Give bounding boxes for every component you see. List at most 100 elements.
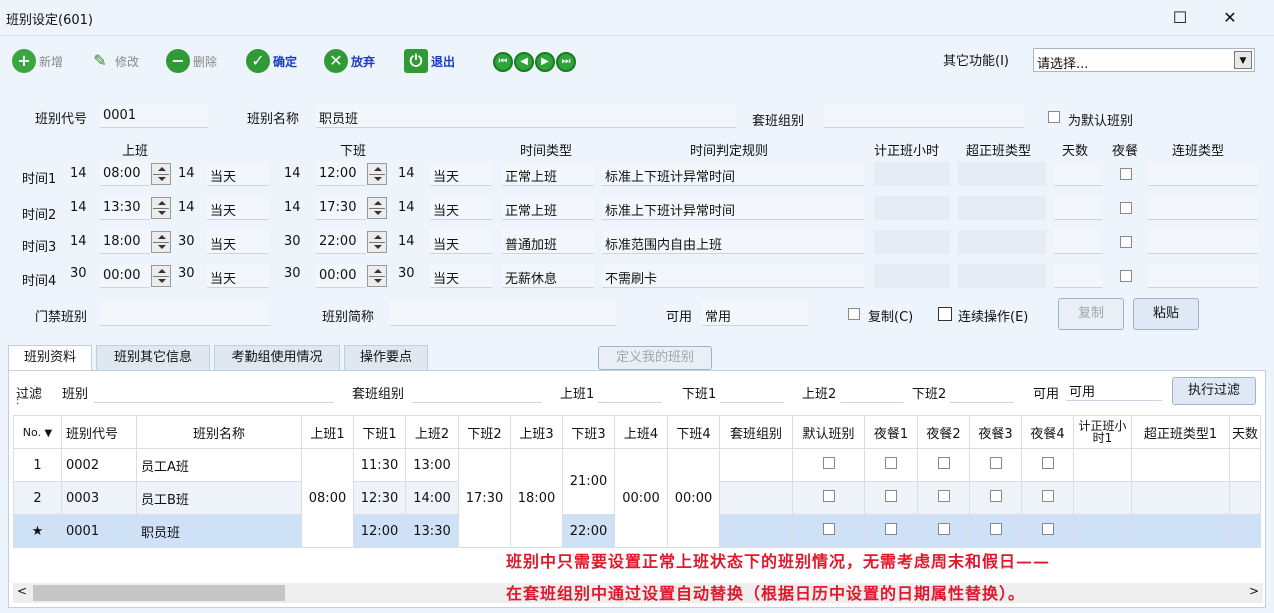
default-checkbox[interactable] (1048, 111, 1060, 123)
group-label: 套班组别 (752, 114, 805, 129)
x-circle-icon: ✕ (324, 49, 348, 73)
pencil-icon: ✎ (93, 51, 107, 70)
filter-avail-input[interactable]: 可用 (1066, 377, 1162, 401)
filter-shift-label: 班别 (62, 387, 89, 402)
filter-group-input[interactable] (412, 379, 542, 403)
header-hours: 计正班小时 (874, 144, 940, 159)
annotation-line-1: 班别中只需要设置正常上班状态下的班别情况，无需考虑周末和假日—— (506, 552, 1051, 571)
next-record-icon[interactable]: ▶ (535, 52, 555, 72)
name-input[interactable]: 职员班 (316, 104, 736, 128)
default-label: 为默认班别 (1068, 114, 1134, 129)
current-row-star-icon: ★ (13, 514, 62, 548)
filter-on2-input[interactable] (840, 379, 904, 403)
delete-button[interactable]: − 删除 (166, 46, 217, 76)
header-days: 天数 (1062, 144, 1089, 159)
meal4-checkbox (1041, 523, 1054, 535)
meal3-checkbox (989, 490, 1002, 502)
tab-shift-other[interactable]: 班别其它信息 (96, 345, 210, 371)
short-name-label: 班别简称 (322, 310, 375, 325)
filter-on1-input[interactable] (598, 379, 662, 403)
meal-checkbox[interactable] (1120, 202, 1132, 214)
tab-attendance-usage[interactable]: 考勤组使用情况 (214, 345, 340, 371)
filter-avail-label: 可用 (1033, 387, 1060, 402)
window-title: 班别设定(601) (6, 13, 93, 28)
filter-shift-input[interactable] (94, 379, 334, 403)
confirm-button[interactable]: ✓ 确定 (246, 46, 297, 76)
spinner-icon[interactable] (151, 163, 171, 185)
default-checkbox (822, 457, 835, 469)
plus-icon: + (12, 49, 36, 73)
continuous-checkbox[interactable] (938, 307, 952, 321)
col-code[interactable]: 班别代号 (61, 415, 137, 449)
define-my-shift-button[interactable]: 定义我的班别 (598, 346, 712, 370)
filter-off1-label: 下班1 (682, 387, 717, 402)
table-row[interactable]: 1 0002 员工A班 08:00 11:30 13:00 17:30 18:0… (13, 448, 1262, 548)
group-input[interactable] (824, 104, 1024, 128)
first-record-icon[interactable]: ⏮ (493, 52, 513, 72)
code-input[interactable]: 0001 (100, 104, 208, 128)
spinner-icon[interactable] (367, 163, 387, 185)
prev-record-icon[interactable]: ◀ (514, 52, 534, 72)
filter-funnel-icon[interactable]: ▼ (45, 428, 53, 439)
col-name[interactable]: 班别名称 (136, 415, 302, 449)
table-header: No. ▼ 班别代号 班别名称 上班1 下班1 上班2 下班2 上班3 下班3 … (13, 415, 1262, 449)
meal-checkbox[interactable] (1120, 270, 1132, 282)
avail-input[interactable]: 常用 (702, 302, 808, 326)
new-button[interactable]: + 新增 (12, 46, 63, 76)
short-name-input[interactable] (390, 302, 616, 326)
filter-off2-input[interactable] (950, 379, 1014, 403)
header-rule: 时间判定规则 (690, 144, 769, 159)
meal-checkbox[interactable] (1120, 236, 1132, 248)
other-functions-label: 其它功能(I) (943, 54, 1009, 69)
meal2-checkbox (937, 457, 950, 469)
meal1-checkbox (885, 457, 897, 469)
title-bar: 班别设定(601) ☐ ✕ (0, 0, 1274, 36)
edit-button[interactable]: ✎ 修改 (88, 46, 139, 76)
tab-operation-tips[interactable]: 操作要点 (344, 345, 428, 371)
filter-colon: : (16, 396, 20, 407)
filter-group-label: 套班组别 (352, 387, 405, 402)
paste-button[interactable]: 粘贴 (1133, 298, 1199, 330)
header-on: 上班 (122, 144, 149, 159)
meal1-checkbox (885, 523, 897, 535)
scrollbar-thumb[interactable] (33, 585, 285, 601)
scroll-left-icon[interactable]: < (17, 584, 27, 598)
annotation-line-2: 在套班组别中通过设置自动替换（根据日历中设置的日期属性替换）。 (506, 584, 1026, 603)
check-icon: ✓ (246, 49, 270, 73)
default-checkbox (822, 523, 835, 535)
exit-button[interactable]: ⏻ 退出 (404, 46, 455, 76)
col-no[interactable]: No. ▼ (13, 415, 62, 449)
copy-button[interactable]: 复制 (1058, 298, 1124, 330)
spinner-icon[interactable] (151, 231, 171, 253)
meal3-checkbox (989, 457, 1002, 469)
shift-table: No. ▼ 班别代号 班别名称 上班1 下班1 上班2 下班2 上班3 下班3 … (13, 415, 1262, 548)
code-label: 班别代号 (35, 112, 88, 127)
other-functions-select[interactable]: 请选择... ▼ (1033, 48, 1255, 72)
meal-checkbox[interactable] (1120, 168, 1132, 180)
door-input[interactable] (100, 302, 270, 326)
power-icon: ⏻ (404, 49, 428, 73)
spinner-icon[interactable] (367, 265, 387, 287)
spinner-icon[interactable] (151, 265, 171, 287)
execute-filter-button[interactable]: 执行过滤 (1172, 377, 1256, 405)
tab-shift-data[interactable]: 班别资料 (8, 345, 92, 371)
name-label: 班别名称 (247, 112, 300, 127)
meal4-checkbox (1041, 490, 1054, 502)
maximize-icon[interactable]: ☐ (1170, 8, 1190, 28)
spinner-icon[interactable] (367, 197, 387, 219)
close-icon[interactable]: ✕ (1220, 8, 1240, 28)
chevron-down-icon[interactable]: ▼ (1234, 51, 1252, 69)
last-record-icon[interactable]: ⏭ (556, 52, 576, 72)
continuous-label: 连续操作(E) (958, 310, 1029, 325)
filter-label: 过滤 (16, 387, 43, 402)
spinner-icon[interactable] (367, 231, 387, 253)
door-label: 门禁班别 (35, 310, 88, 325)
header-cont: 连班类型 (1172, 144, 1225, 159)
avail-label: 可用 (666, 310, 693, 325)
copy-checkbox[interactable] (848, 308, 860, 320)
scroll-right-icon[interactable]: > (1249, 584, 1259, 598)
discard-button[interactable]: ✕ 放弃 (324, 46, 375, 76)
filter-off1-input[interactable] (720, 379, 784, 403)
spinner-icon[interactable] (151, 197, 171, 219)
filter-on2-label: 上班2 (802, 387, 837, 402)
